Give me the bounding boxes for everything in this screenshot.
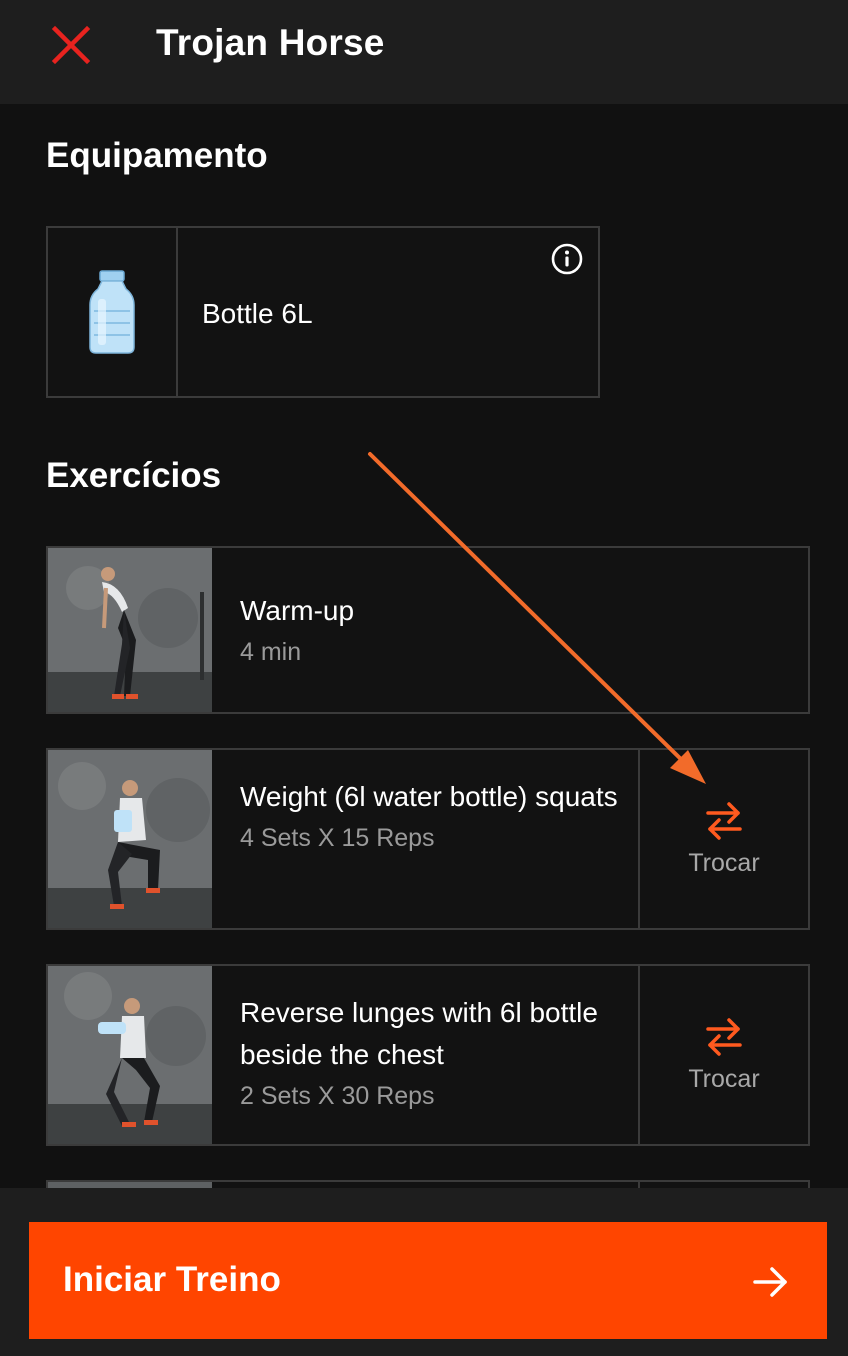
exercise-info: Warm-up 4 min — [240, 590, 354, 667]
start-workout-label: Iniciar Treino — [63, 1260, 281, 1299]
swap-exercise-button[interactable]: Trocar — [638, 750, 808, 928]
workout-screen: Trojan Horse Equipamento Bottle 6L Exerc… — [0, 0, 848, 1356]
equipment-name: Bottle 6L — [202, 298, 313, 329]
water-bottle-image — [48, 228, 178, 396]
equipment-card-bottle[interactable]: Bottle 6L — [46, 226, 600, 398]
swap-arrows-icon — [706, 1017, 742, 1056]
start-workout-button[interactable]: Iniciar Treino — [29, 1222, 827, 1339]
exercise-card-warm-up[interactable]: Warm-up 4 min — [46, 546, 810, 714]
exercise-sets-reps: 4 Sets X 15 Reps — [240, 824, 435, 852]
swap-arrows-icon — [706, 801, 742, 840]
exercise-name: Warm-up — [240, 595, 355, 626]
exercise-name: Weight (6l water bottle) squats — [240, 781, 618, 812]
swap-exercise-button[interactable]: Trocar — [638, 966, 808, 1144]
exercise-card-squats[interactable]: Weight (6l water bottle) squats 4 Sets X… — [46, 748, 810, 930]
exercises-section-title: Exercícios — [46, 456, 222, 495]
swap-label: Trocar — [688, 848, 760, 877]
close-icon[interactable] — [50, 24, 92, 66]
warm-up-photo — [48, 548, 212, 712]
lunge-photo — [48, 966, 212, 1144]
bottom-bar: Iniciar Treino — [0, 1188, 848, 1356]
squat-photo — [48, 750, 212, 928]
swap-label: Trocar — [688, 1064, 760, 1093]
exercise-duration: 4 min — [240, 638, 302, 666]
exercise-info: Reverse lunges with 6l bottle beside the… — [240, 992, 660, 1111]
info-icon[interactable] — [550, 242, 584, 276]
arrow-right-icon — [753, 1267, 787, 1297]
exercise-sets-reps: 2 Sets X 30 Reps — [240, 1082, 435, 1110]
exercise-info: Weight (6l water bottle) squats 4 Sets X… — [240, 776, 650, 853]
top-bar: Trojan Horse — [0, 0, 848, 104]
equipment-section-title: Equipamento — [46, 136, 268, 175]
exercise-name: Reverse lunges with 6l bottle beside the… — [240, 997, 598, 1070]
exercise-card-reverse-lunges[interactable]: Reverse lunges with 6l bottle beside the… — [46, 964, 810, 1146]
page-title: Trojan Horse — [156, 22, 385, 63]
